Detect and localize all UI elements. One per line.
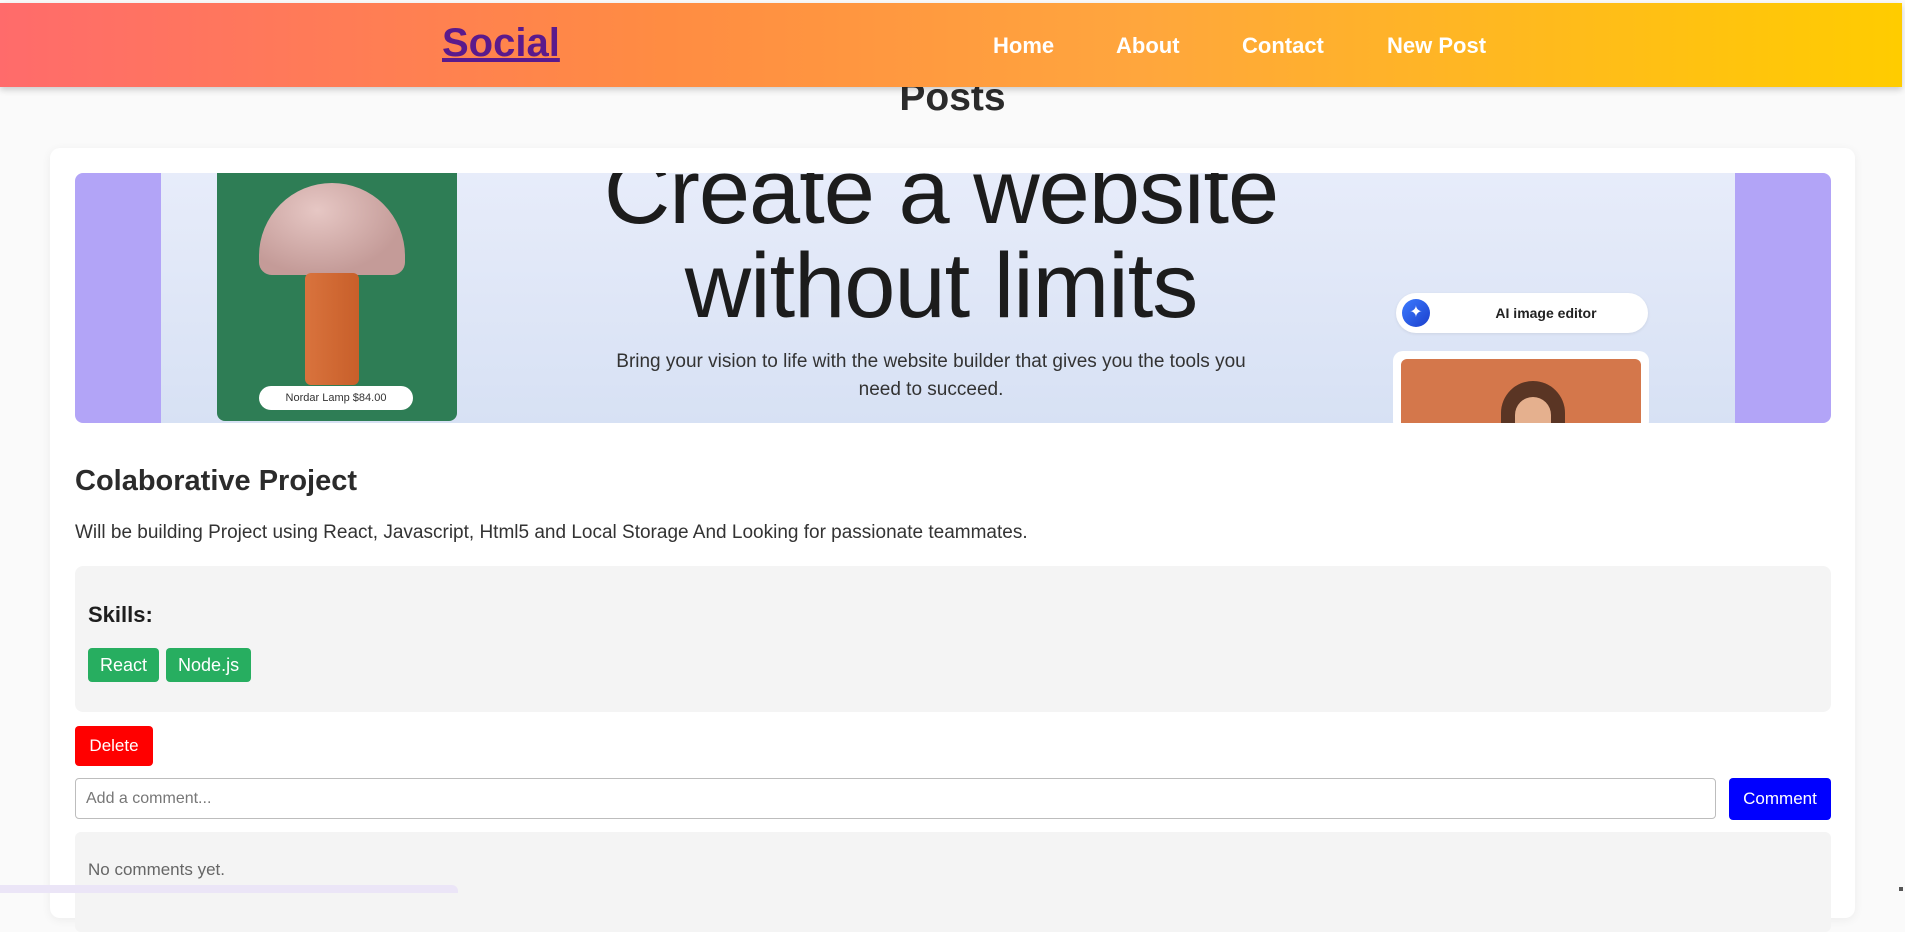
post-title: Colaborative Project [75,465,358,497]
nav-link-about[interactable]: About [1116,33,1180,59]
portrait-photo-card [1393,351,1649,423]
brand-logo-link[interactable]: Social [442,21,560,66]
sparkle-icon: ✦ [1402,299,1430,327]
lamp-product-card: Nordar Lamp $84.00 [217,173,457,421]
nav-link-contact[interactable]: Contact [1242,33,1324,59]
lamp-shade-graphic [259,183,405,275]
scroll-indicator [1899,887,1903,891]
comments-section: No comments yet. [75,832,1831,932]
navbar: Social Home About Contact New Post [0,3,1902,87]
skill-tag-react: React [88,648,160,682]
portrait-photo [1401,359,1641,423]
post-description: Will be building Project using React, Ja… [75,522,1028,543]
skills-section: Skills: React Node.js [75,566,1831,712]
lamp-body-graphic [305,273,359,385]
comment-submit-button[interactable]: Comment [1729,778,1831,820]
banner-headline: Create a website without limits [603,173,1279,337]
nav-link-new-post[interactable]: New Post [1387,33,1486,59]
skills-list: React Node.js [88,648,252,682]
post-banner-image: Nordar Lamp $84.00 Create a website with… [75,173,1831,423]
no-comments-message: No comments yet. [88,860,225,879]
lamp-price-tag: Nordar Lamp $84.00 [259,386,413,410]
banner-subtext: Bring your vision to life with the websi… [616,351,1246,400]
ai-editor-label: AI image editor [1495,305,1597,321]
nav-link-home[interactable]: Home [993,33,1054,59]
comment-input[interactable] [75,778,1716,819]
banner-content: Nordar Lamp $84.00 Create a website with… [161,173,1735,423]
skill-tag-nodejs: Node.js [166,648,252,682]
delete-post-button[interactable]: Delete [75,726,153,766]
skills-heading: Skills: [88,602,153,627]
ai-editor-pill: ✦ AI image editor [1396,293,1648,333]
post-card: Nordar Lamp $84.00 Create a website with… [50,148,1855,932]
bottom-overlay-strip [0,885,458,893]
